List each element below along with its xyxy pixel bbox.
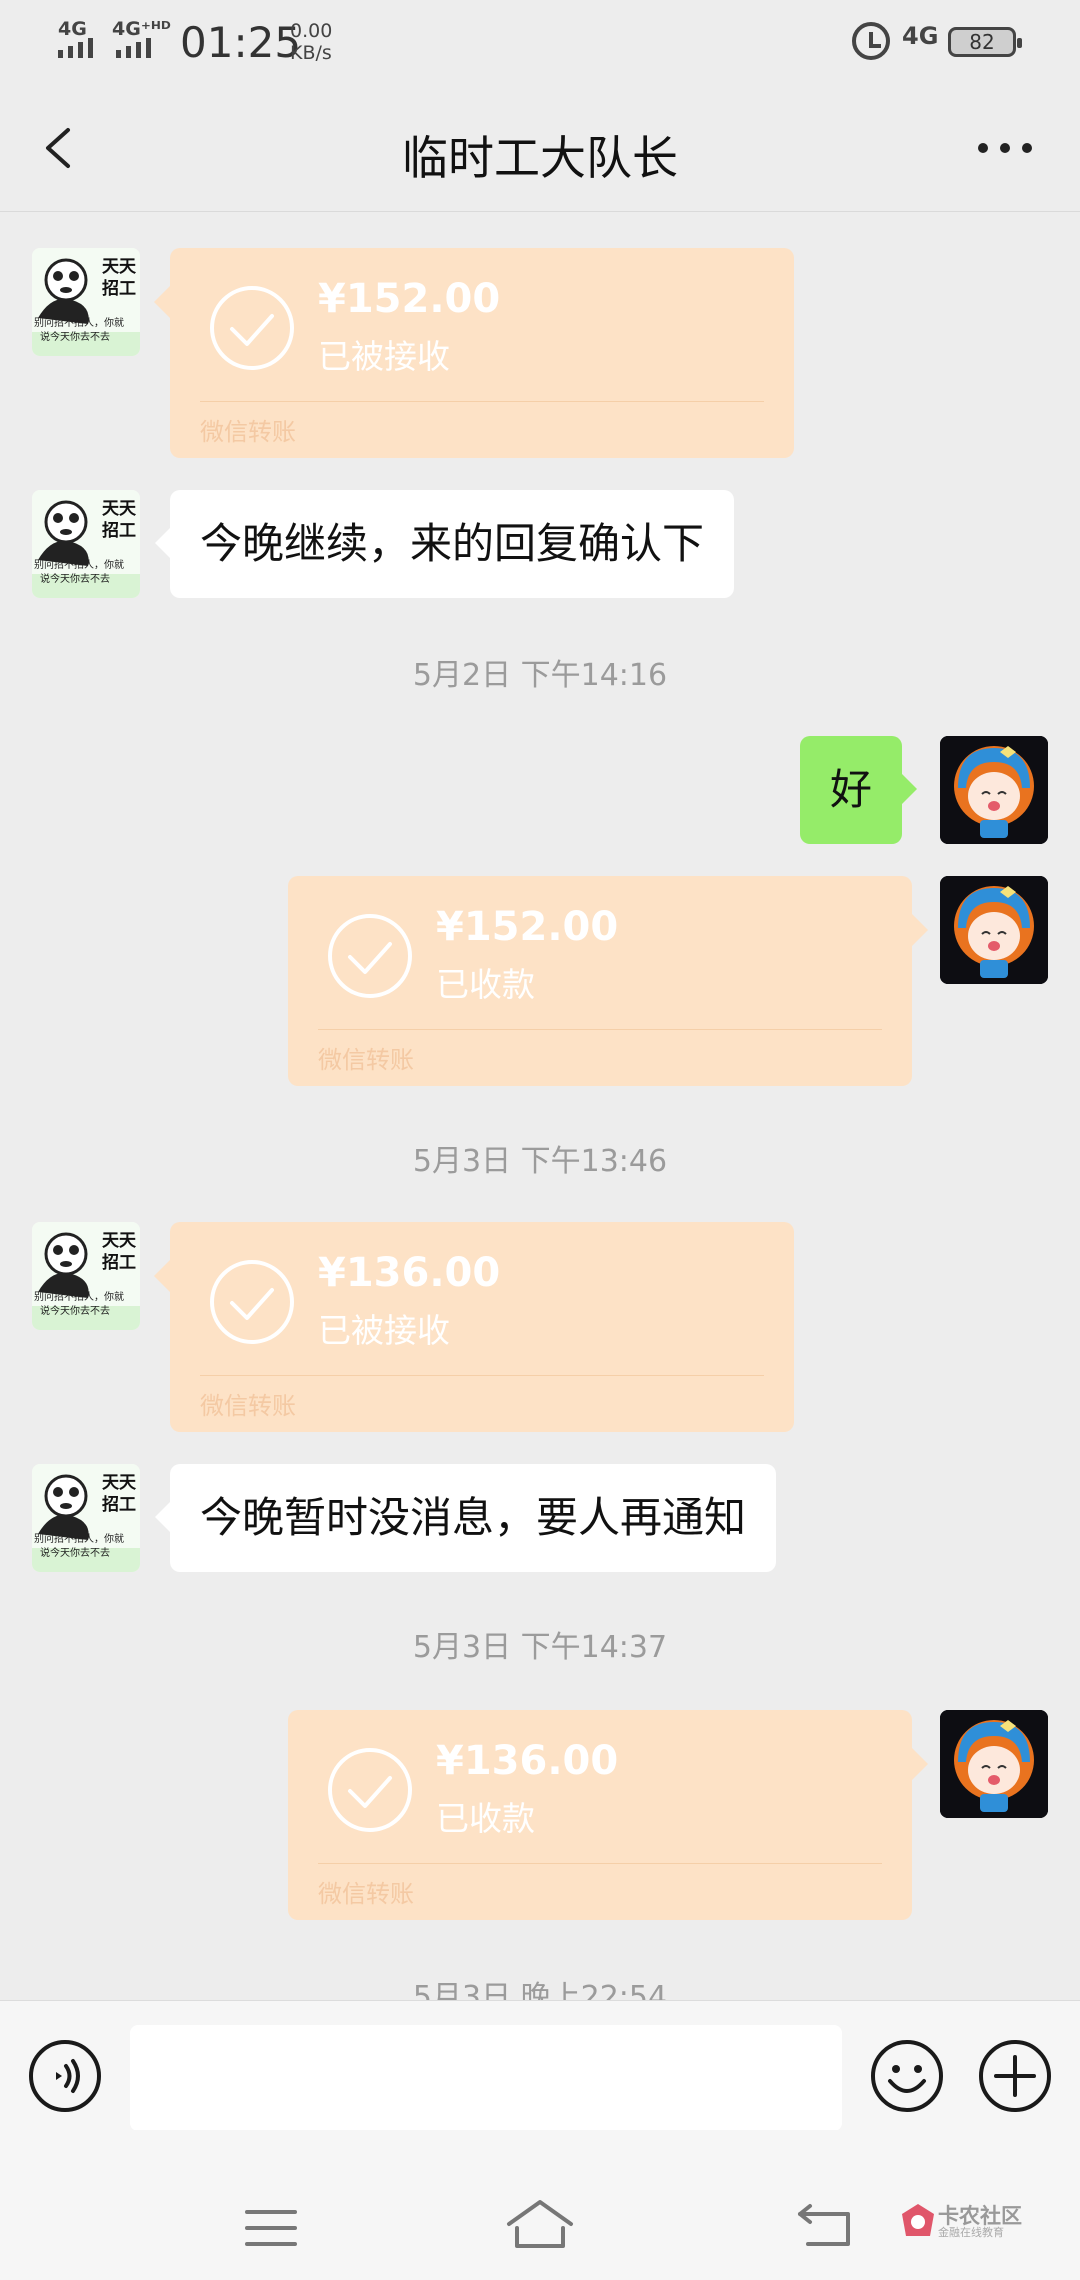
contact-avatar[interactable]: 天天 招工 别问招不招人，你就 说今天你去不去 bbox=[32, 490, 140, 598]
avatar-caption-3: 别问招不招人，你就 bbox=[34, 1532, 124, 1545]
divider bbox=[200, 401, 764, 402]
message-bubble[interactable]: 今晚继续，来的回复确认下 bbox=[154, 490, 735, 598]
avatar-caption-4: 说今天你去不去 bbox=[40, 1304, 110, 1317]
avatar-caption-2: 招工 bbox=[102, 1494, 136, 1515]
user-avatar[interactable] bbox=[940, 736, 1048, 844]
avatar-caption-3: 别问招不招人，你就 bbox=[34, 1290, 124, 1303]
timestamp: 5月2日 下午14:16 bbox=[412, 658, 668, 693]
divider bbox=[200, 1375, 764, 1376]
transfer-label: 微信转账 bbox=[318, 1046, 414, 1074]
transfer-label: 微信转账 bbox=[318, 1880, 414, 1908]
avatar-caption-2: 招工 bbox=[102, 278, 136, 299]
avatar-caption-1: 天天 bbox=[102, 1473, 137, 1493]
divider bbox=[318, 1029, 882, 1030]
transfer-status: 已收款 bbox=[436, 965, 535, 1004]
system-nav-bar: 卡农社区 金融在线教育 bbox=[0, 2130, 1080, 2280]
panda-meme-icon: 天天 招工 别问招不招人，你就 说今天你去不去 bbox=[32, 248, 140, 356]
network-type-2: 4G⁺ᴴᴰ bbox=[112, 18, 171, 40]
check-circle-icon bbox=[210, 286, 294, 370]
timestamp: 5月3日 下午13:46 bbox=[412, 1144, 668, 1179]
network-type-3: 4G bbox=[902, 22, 939, 50]
check-circle-icon bbox=[328, 914, 412, 998]
anime-girl-icon bbox=[940, 1710, 1048, 1818]
panda-meme-icon: 天天 招工 别问招不招人，你就 说今天你去不去 bbox=[32, 490, 140, 598]
transfer-amount: ¥152.00 bbox=[436, 904, 619, 950]
avatar-caption-4: 说今天你去不去 bbox=[40, 1546, 110, 1559]
network-type-1: 4G bbox=[58, 18, 87, 40]
transfer-status: 已被接收 bbox=[318, 1311, 450, 1350]
message-input[interactable] bbox=[130, 2025, 842, 2131]
panda-meme-icon: 天天 招工 别问招不招人，你就 说今天你去不去 bbox=[32, 1464, 140, 1572]
user-avatar[interactable] bbox=[940, 1710, 1048, 1818]
timestamp: 5月3日 晚上22:54 bbox=[412, 1980, 668, 2000]
avatar-caption-1: 天天 bbox=[102, 499, 137, 519]
message-bubble[interactable]: 今晚暂时没消息，要人再通知 bbox=[154, 1464, 777, 1572]
avatar-caption-3: 别问招不招人，你就 bbox=[34, 316, 124, 329]
input-bar bbox=[0, 2000, 1080, 2131]
back-icon[interactable] bbox=[796, 2200, 852, 2248]
avatar-caption-1: 天天 bbox=[102, 1231, 137, 1251]
plus-icon[interactable] bbox=[978, 2039, 1052, 2113]
anime-girl-icon bbox=[940, 876, 1048, 984]
transfer-amount: ¥136.00 bbox=[436, 1738, 619, 1784]
transfer-amount: ¥136.00 bbox=[318, 1250, 501, 1296]
network-speed: 0.00 KB/s bbox=[290, 20, 332, 64]
avatar-caption-1: 天天 bbox=[102, 257, 137, 277]
divider bbox=[318, 1863, 882, 1864]
home-icon[interactable] bbox=[505, 2198, 575, 2250]
signal-icon bbox=[58, 38, 93, 58]
watermark-subtext: 金融在线教育 bbox=[938, 2226, 1004, 2239]
timestamp: 5月3日 下午14:37 bbox=[412, 1630, 668, 1665]
user-avatar[interactable] bbox=[940, 876, 1048, 984]
emoji-icon[interactable] bbox=[870, 2039, 944, 2113]
transfer-card[interactable]: ¥152.00 已收款 微信转账 bbox=[288, 876, 928, 1086]
transfer-card[interactable]: ¥152.00 已被接收 微信转账 bbox=[154, 248, 794, 458]
transfer-label: 微信转账 bbox=[200, 1392, 296, 1420]
transfer-card[interactable]: ¥136.00 已收款 微信转账 bbox=[288, 1710, 928, 1920]
kanong-logo-icon bbox=[902, 2204, 934, 2236]
anime-girl-icon bbox=[940, 736, 1048, 844]
alarm-icon bbox=[852, 22, 890, 60]
voice-icon[interactable] bbox=[28, 2039, 102, 2113]
contact-avatar[interactable]: 天天 招工 别问招不招人，你就 说今天你去不去 bbox=[32, 1464, 140, 1572]
transfer-amount: ¥152.00 bbox=[318, 276, 501, 322]
speed-value: 0.00 bbox=[290, 20, 333, 42]
contact-avatar[interactable]: 天天 招工 别问招不招人，你就 说今天你去不去 bbox=[32, 1222, 140, 1330]
transfer-status: 已收款 bbox=[436, 1799, 535, 1838]
avatar-caption-2: 招工 bbox=[102, 520, 136, 541]
transfer-status: 已被接收 bbox=[318, 337, 450, 376]
signal-icon-2 bbox=[116, 38, 151, 58]
status-bar: 4G 4G⁺ᴴᴰ 01:25 0.00 KB/s 4G 82 bbox=[0, 0, 1080, 84]
chat-header: 临时工大队长 bbox=[0, 84, 1080, 212]
menu-icon[interactable] bbox=[245, 2208, 297, 2248]
avatar-caption-4: 说今天你去不去 bbox=[40, 572, 110, 585]
transfer-card[interactable]: ¥136.00 已被接收 微信转账 bbox=[154, 1222, 794, 1432]
watermark: 卡农社区 金融在线教育 bbox=[900, 2202, 1030, 2242]
clock: 01:25 bbox=[180, 18, 302, 67]
message-bubble[interactable]: 好 bbox=[800, 736, 918, 844]
more-dots-icon[interactable] bbox=[975, 138, 1035, 158]
avatar-caption-3: 别问招不招人，你就 bbox=[34, 558, 124, 571]
avatar-caption-2: 招工 bbox=[102, 1252, 136, 1273]
check-circle-icon bbox=[328, 1748, 412, 1832]
contact-avatar[interactable]: 天天 招工 别问招不招人，你就 说今天你去不去 bbox=[32, 248, 140, 356]
chat-title: 临时工大队长 bbox=[402, 131, 678, 185]
panda-meme-icon: 天天 招工 别问招不招人，你就 说今天你去不去 bbox=[32, 1222, 140, 1330]
speed-unit: KB/s bbox=[290, 42, 332, 64]
check-circle-icon bbox=[210, 1260, 294, 1344]
avatar-caption-4: 说今天你去不去 bbox=[40, 330, 110, 343]
transfer-label: 微信转账 bbox=[200, 418, 296, 446]
message-list[interactable]: 天天 招工 别问招不招人，你就 说今天你去不去 ¥152.00 已被接收 微信转… bbox=[0, 212, 1080, 2000]
battery-icon: 82 bbox=[948, 27, 1022, 57]
